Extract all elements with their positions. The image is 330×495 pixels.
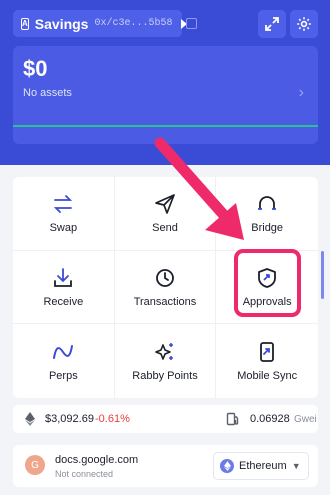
- total-balance: $0: [23, 56, 48, 81]
- expand-button[interactable]: [258, 10, 286, 38]
- action-label: Transactions: [133, 295, 197, 308]
- balance-subtitle: No assets: [23, 87, 72, 99]
- swap-arrows-icon: [51, 192, 75, 216]
- paper-plane-icon: [153, 192, 177, 216]
- download-icon: [51, 266, 75, 290]
- eth-price-change: -0.61%: [95, 413, 130, 425]
- eth-price: $3,092.69: [45, 413, 94, 425]
- bridge-button[interactable]: Bridge: [216, 177, 318, 251]
- action-label: Send: [152, 222, 178, 235]
- receive-button[interactable]: Receive: [13, 250, 115, 325]
- send-button[interactable]: Send: [114, 177, 217, 251]
- account-type-icon: A: [21, 17, 29, 30]
- price-bar: $3,092.69 -0.61% 0.06928 Gwei: [13, 405, 318, 433]
- current-site-bar: G docs.google.com Not connected Ethereum…: [13, 445, 318, 487]
- shield-icon: [255, 266, 279, 290]
- settings-button[interactable]: [290, 10, 318, 38]
- chain-selector[interactable]: Ethereum ▼: [213, 452, 309, 480]
- bridge-icon: [255, 192, 279, 216]
- approvals-button[interactable]: Approvals: [216, 251, 318, 325]
- chain-name: Ethereum: [239, 460, 287, 472]
- chevron-right-icon: ›: [298, 84, 304, 101]
- balance-card[interactable]: $0 No assets ›: [13, 46, 318, 144]
- site-domain: docs.google.com: [55, 454, 139, 466]
- action-label: Perps: [48, 370, 78, 383]
- transactions-button[interactable]: Transactions: [114, 250, 217, 325]
- gear-icon: [297, 17, 311, 31]
- account-name: Savings: [34, 15, 89, 32]
- ethereum-icon: [25, 412, 35, 426]
- action-label: Swap: [49, 222, 78, 235]
- site-avatar: G: [25, 455, 45, 475]
- account-address: 0x/c3e...5b58: [94, 18, 173, 29]
- balance-chart-line: [13, 125, 318, 127]
- clock-icon: [153, 266, 177, 290]
- ethereum-icon: [220, 459, 234, 473]
- chevron-down-icon: ▼: [291, 461, 301, 471]
- mobile-sync-button[interactable]: Mobile Sync: [216, 324, 318, 398]
- connection-status: Not connected: [55, 469, 114, 479]
- scrollbar-thumb[interactable]: [321, 251, 324, 299]
- action-label: Receive: [43, 295, 84, 308]
- action-grid: Swap Send Bridge Receive Transactions Ap…: [13, 177, 318, 398]
- rabby-points-button[interactable]: Rabby Points: [115, 324, 217, 398]
- action-label: Approvals: [242, 295, 292, 308]
- mobile-sync-icon: [255, 340, 279, 364]
- sparkle-icon: [153, 340, 177, 364]
- gas-pump-icon: [226, 412, 239, 426]
- action-label: Mobile Sync: [237, 370, 298, 383]
- gas-price: 0.06928: [250, 413, 290, 425]
- account-switcher[interactable]: A Savings 0x/c3e...5b58: [13, 10, 187, 37]
- perps-button[interactable]: Perps: [13, 324, 115, 398]
- perps-icon: [51, 340, 75, 364]
- action-label: Rabby Points: [132, 370, 198, 383]
- expand-icon: [265, 17, 279, 31]
- wallet-header: A Savings 0x/c3e...5b58 $0 No assets ›: [0, 0, 330, 165]
- copy-icon[interactable]: [186, 18, 197, 29]
- action-label: Bridge: [251, 222, 284, 235]
- swap-button[interactable]: Swap: [13, 177, 115, 251]
- gas-unit: Gwei: [294, 414, 317, 425]
